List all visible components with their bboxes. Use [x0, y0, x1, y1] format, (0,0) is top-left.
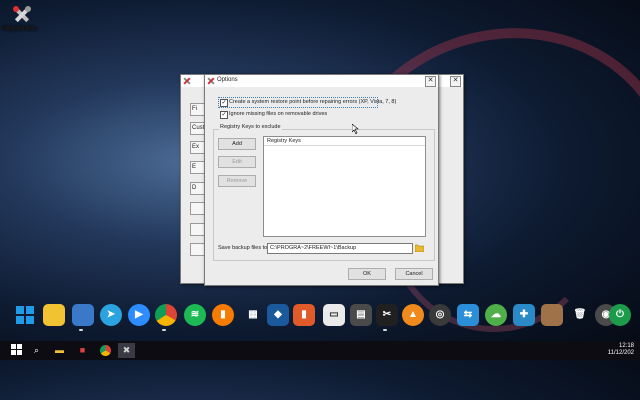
- remove-button[interactable]: Remove: [218, 175, 256, 187]
- file-explorer-icon[interactable]: ▬: [53, 344, 66, 357]
- main-window-close-button[interactable]: ✕: [450, 76, 461, 87]
- tools-icon[interactable]: ✖: [120, 344, 133, 357]
- chrome-taskbar-icon[interactable]: [99, 344, 112, 357]
- telegram-icon[interactable]: ➤: [100, 304, 122, 326]
- software-icon[interactable]: ▦: [242, 304, 264, 326]
- clock-time: 12:18: [618, 343, 634, 349]
- options-dialog-titlebar: Options ✕: [205, 75, 438, 87]
- power-icon[interactable]: ⏻: [609, 304, 631, 326]
- options-dialog: Options ✕ ✓ Create a system restore poin…: [204, 74, 439, 286]
- share-icon[interactable]: ⇆: [457, 304, 479, 326]
- mouse-cursor-icon: [351, 123, 359, 136]
- edit-button[interactable]: Edit: [218, 156, 256, 168]
- tools-icon: [183, 77, 191, 85]
- tools-icon: [207, 77, 215, 85]
- spotify-icon[interactable]: ≋: [184, 304, 206, 326]
- registry-keys-list[interactable]: Registry Keys: [263, 136, 426, 237]
- backup-path-field[interactable]: C:\PROGRA~2\FREEWI~1\Backup: [267, 243, 413, 254]
- backup-path-label: Save backup files to:: [218, 245, 269, 251]
- taskbar: ⌕ ▬ ■ ✖ 12:18 11/12/202: [0, 341, 640, 360]
- start-windows-icon[interactable]: [10, 344, 23, 357]
- app-dock: ➤ ▶ ≋ ▮ ▦ ◆ ▮ ▭ ▤ ✂ ▲ ◎ ⇆ ☁ ✚ 🗑 ◉ ⏻: [9, 301, 631, 331]
- zoom-icon[interactable]: ▶: [128, 304, 150, 326]
- desktop-shortcut-registry-repair[interactable]: Free Window Registry Re...: [2, 2, 42, 32]
- photo-icon[interactable]: [541, 304, 563, 326]
- dock-running-indicator: [79, 329, 83, 331]
- this-pc-icon[interactable]: [72, 304, 94, 326]
- taskbar-clock[interactable]: 12:18 11/12/202: [608, 343, 634, 357]
- clock-date: 11/12/202: [607, 350, 634, 356]
- cancel-button[interactable]: Cancel: [395, 268, 433, 280]
- toolbox-icon[interactable]: ✚: [513, 304, 535, 326]
- stats-icon[interactable]: ▮: [212, 304, 234, 326]
- folder-icon[interactable]: [43, 304, 65, 326]
- create-restore-point-checkbox[interactable]: ✓: [220, 99, 228, 107]
- folder-browse-icon[interactable]: [414, 244, 425, 253]
- ignore-missing-files-checkbox[interactable]: ✓: [220, 111, 228, 119]
- windows-icon[interactable]: [14, 304, 36, 326]
- capcut-icon[interactable]: ✂: [376, 304, 398, 326]
- chrome-icon[interactable]: [155, 304, 177, 326]
- obs-icon[interactable]: ◎: [429, 304, 451, 326]
- window-icon[interactable]: ▭: [323, 304, 345, 326]
- desktop-shortcut-label-2: Registry Re...: [2, 26, 39, 32]
- office-icon[interactable]: ▮: [293, 304, 315, 326]
- add-button[interactable]: Add: [218, 138, 256, 150]
- dock-running-indicator: [162, 329, 166, 331]
- ok-button[interactable]: OK: [348, 268, 386, 280]
- tools-icon: [11, 4, 33, 26]
- ignore-missing-files-label: Ignore missing files on removable drives: [229, 111, 328, 117]
- recycle-bin-icon[interactable]: 🗑: [569, 304, 591, 326]
- dock-running-indicator: [383, 329, 387, 331]
- create-restore-point-option[interactable]: ✓ Create a system restore point before r…: [218, 97, 396, 108]
- store-icon[interactable]: ■: [76, 344, 89, 357]
- exchange-icon[interactable]: ◆: [267, 304, 289, 326]
- document-icon[interactable]: ▤: [350, 304, 372, 326]
- vlc-icon[interactable]: ▲: [402, 304, 424, 326]
- create-restore-point-label: Create a system restore point before rep…: [229, 99, 397, 105]
- options-dialog-close-button[interactable]: ✕: [425, 76, 436, 87]
- options-dialog-title: Options: [217, 77, 238, 83]
- registry-keys-column-header[interactable]: Registry Keys: [264, 137, 425, 146]
- exclude-keys-label: Registry Keys to exclude: [219, 124, 282, 130]
- onedrive-icon[interactable]: ☁: [485, 304, 507, 326]
- search-icon[interactable]: ⌕: [30, 344, 43, 357]
